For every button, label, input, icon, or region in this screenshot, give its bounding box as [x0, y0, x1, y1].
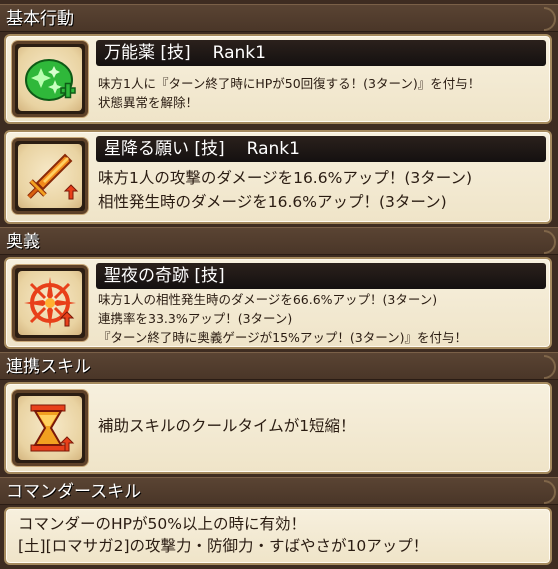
- scroll-curl-icon: [544, 355, 556, 379]
- ougi-card-seiya[interactable]: 聖夜の奇跡 [技] 味方1人の相性発生時のダメージを66.6%アップ！(3ターン…: [4, 257, 552, 349]
- renkei-card[interactable]: 補助スキルのクールタイムが1短縮！: [4, 382, 552, 474]
- scroll-curl-icon: [544, 230, 556, 254]
- skill-title-bar: 聖夜の奇跡 [技]: [96, 263, 546, 289]
- section-label: 基本行動: [6, 9, 74, 29]
- skill-name: 星降る願い [技]: [104, 139, 225, 159]
- description-line: [土][ロマサガ2]の攻撃力・防御力・すばやさが10アップ！: [18, 537, 429, 555]
- green-sparkle-heal-icon: [18, 47, 82, 111]
- description-line: 味方1人に『ターン終了時にHPが50回復する！(3ターン)』を付与！: [98, 76, 481, 91]
- section-header-basic: 基本行動: [0, 4, 558, 32]
- skill-rank: Rank1: [212, 43, 266, 63]
- description-line: コマンダーのHPが50%以上の時に有効！: [18, 515, 306, 533]
- section-header-ougi: 奥義: [0, 227, 558, 255]
- skill-description: 味方1人に『ターン終了時にHPが50回復する！(3ターン)』を付与！ 状態異常を…: [98, 74, 542, 112]
- description-line: 状態異常を解除！: [98, 95, 199, 110]
- description-line: 『ターン終了時に奥義ゲージが15%アップ！(3ターン)』を付与！: [98, 330, 467, 345]
- hourglass-cooldown-icon: [18, 396, 82, 460]
- skill-name: 万能薬 [技]: [104, 43, 191, 63]
- section-label: コマンダースキル: [6, 482, 142, 502]
- skill-description: 補助スキルのクールタイムが1短縮！: [98, 414, 542, 438]
- commander-card[interactable]: コマンダーのHPが50%以上の時に有効！ [土][ロマサガ2]の攻撃力・防御力・…: [4, 507, 552, 565]
- skill-name: 聖夜の奇跡 [技]: [104, 266, 225, 286]
- description-line: 味方1人の相性発生時のダメージを66.6%アップ！(3ターン): [98, 292, 438, 307]
- skill-description: 味方1人の相性発生時のダメージを66.6%アップ！(3ターン) 連携率を33.3…: [98, 290, 542, 347]
- skill-icon-frame: [12, 138, 88, 214]
- skill-description: コマンダーのHPが50%以上の時に有効！ [土][ロマサガ2]の攻撃力・防御力・…: [18, 513, 542, 557]
- description-line: 味方1人の攻撃のダメージを16.6%アップ！(3ターン): [98, 169, 473, 187]
- skill-title-bar: 万能薬 [技] Rank1: [96, 40, 546, 66]
- section-label: 連携スキル: [6, 357, 91, 377]
- skill-card-hoshifuru[interactable]: 星降る願い [技] Rank1 味方1人の攻撃のダメージを16.6%アップ！(3タ…: [4, 130, 552, 224]
- skill-title-bar: 星降る願い [技] Rank1: [96, 136, 546, 162]
- section-header-commander: コマンダースキル: [0, 477, 558, 505]
- skill-description: 味方1人の攻撃のダメージを16.6%アップ！(3ターン) 相性発生時のダメージを…: [98, 166, 542, 214]
- skill-icon-frame: [12, 265, 88, 341]
- scroll-curl-icon: [544, 7, 556, 31]
- red-burst-circle-icon: [18, 271, 82, 335]
- skill-rank: Rank1: [246, 139, 300, 159]
- description-line: 補助スキルのクールタイムが1短縮！: [98, 417, 356, 435]
- section-label: 奥義: [6, 232, 40, 252]
- skill-icon-frame: [12, 390, 88, 466]
- flaming-sword-up-icon: [18, 144, 82, 208]
- skill-card-manouyaku[interactable]: 万能薬 [技] Rank1 味方1人に『ターン終了時にHPが50回復する！(3ター…: [4, 34, 552, 124]
- section-header-renkei: 連携スキル: [0, 352, 558, 380]
- scroll-curl-icon: [544, 480, 556, 504]
- description-line: 相性発生時のダメージを16.6%アップ！(3ターン): [98, 193, 447, 211]
- skill-icon-frame: [12, 41, 88, 117]
- description-line: 連携率を33.3%アップ！(3ターン): [98, 311, 293, 326]
